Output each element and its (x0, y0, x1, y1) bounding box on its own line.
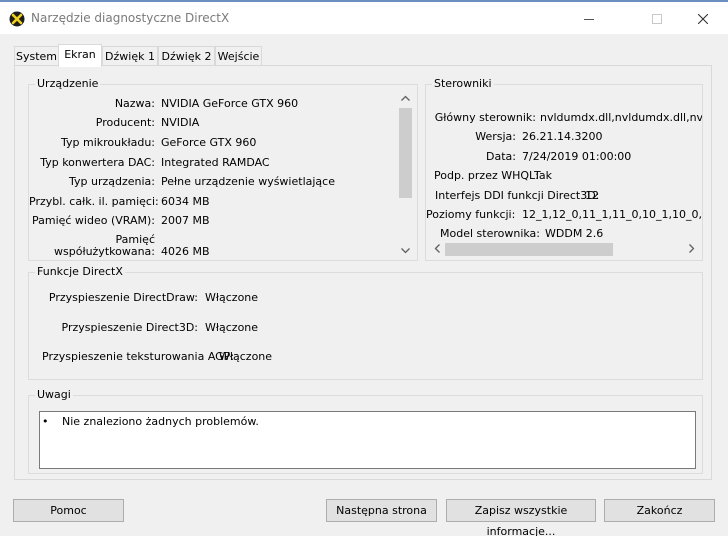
scroll-right-arrow[interactable] (683, 241, 700, 258)
help-button[interactable]: Pomoc (13, 499, 124, 522)
chevron-left-icon (434, 243, 440, 256)
notes-textbox[interactable]: • Nie znaleziono żadnych problemów. (39, 411, 696, 469)
drivers-horizontal-scrollbar[interactable] (428, 241, 700, 258)
tab-input[interactable]: Wejście (215, 46, 262, 66)
chevron-up-icon (401, 91, 410, 104)
exit-button[interactable]: Zakończ (604, 499, 715, 522)
chevron-down-icon (401, 244, 410, 257)
window-title: Narzędzie diagnostyczne DirectX (31, 11, 230, 25)
save-all-info-button[interactable]: Zapisz wszystkie informacje... (446, 499, 596, 536)
directx-icon (9, 11, 25, 27)
device-group: Urządzenie Nazwa: NVIDIA GeForce GTX 960… (28, 77, 418, 261)
scroll-left-arrow[interactable] (428, 241, 445, 258)
scroll-down-arrow[interactable] (397, 242, 414, 259)
maximize-button[interactable] (634, 4, 680, 34)
notes-group-title: Uwagi (35, 388, 73, 401)
scroll-thumb-horizontal[interactable] (445, 243, 613, 256)
tab-display[interactable]: Ekran (58, 44, 102, 67)
directx-features-group: Funkcje DirectX Przyspieszenie DirectDra… (28, 265, 703, 380)
scroll-up-arrow[interactable] (397, 89, 414, 106)
notes-item: Nie znaleziono żadnych problemów. (62, 415, 259, 428)
drivers-group: Sterowniki Główny sterownik: nvldumdx.dl… (425, 77, 703, 261)
display-tab-panel: Urządzenie Nazwa: NVIDIA GeForce GTX 960… (14, 65, 712, 480)
close-icon (698, 14, 708, 24)
next-page-button[interactable]: Następna strona (326, 499, 437, 522)
maximize-icon (652, 14, 662, 24)
drivers-list: Główny sterownik: nvldumdx.dll,nvldumdx.… (426, 111, 702, 239)
tab-system[interactable]: System (14, 46, 59, 66)
features-group-title: Funkcje DirectX (35, 265, 125, 278)
device-vertical-scrollbar[interactable] (397, 89, 414, 259)
tab-sound-1[interactable]: Dźwięk 1 (102, 46, 158, 66)
notes-bullet: • (42, 415, 49, 428)
chevron-right-icon (688, 243, 695, 256)
tab-sound-2[interactable]: Dźwięk 2 (158, 46, 215, 66)
title-bar: Narzędzie diagnostyczne DirectX (0, 0, 728, 34)
minimize-icon (584, 14, 594, 24)
minimize-button[interactable] (566, 4, 612, 34)
device-list: Nazwa: NVIDIA GeForce GTX 960 Producent:… (29, 97, 335, 258)
scroll-thumb[interactable] (399, 108, 412, 198)
notes-group: Uwagi • Nie znaleziono żadnych problemów… (28, 388, 703, 474)
close-window-button[interactable] (680, 4, 726, 34)
